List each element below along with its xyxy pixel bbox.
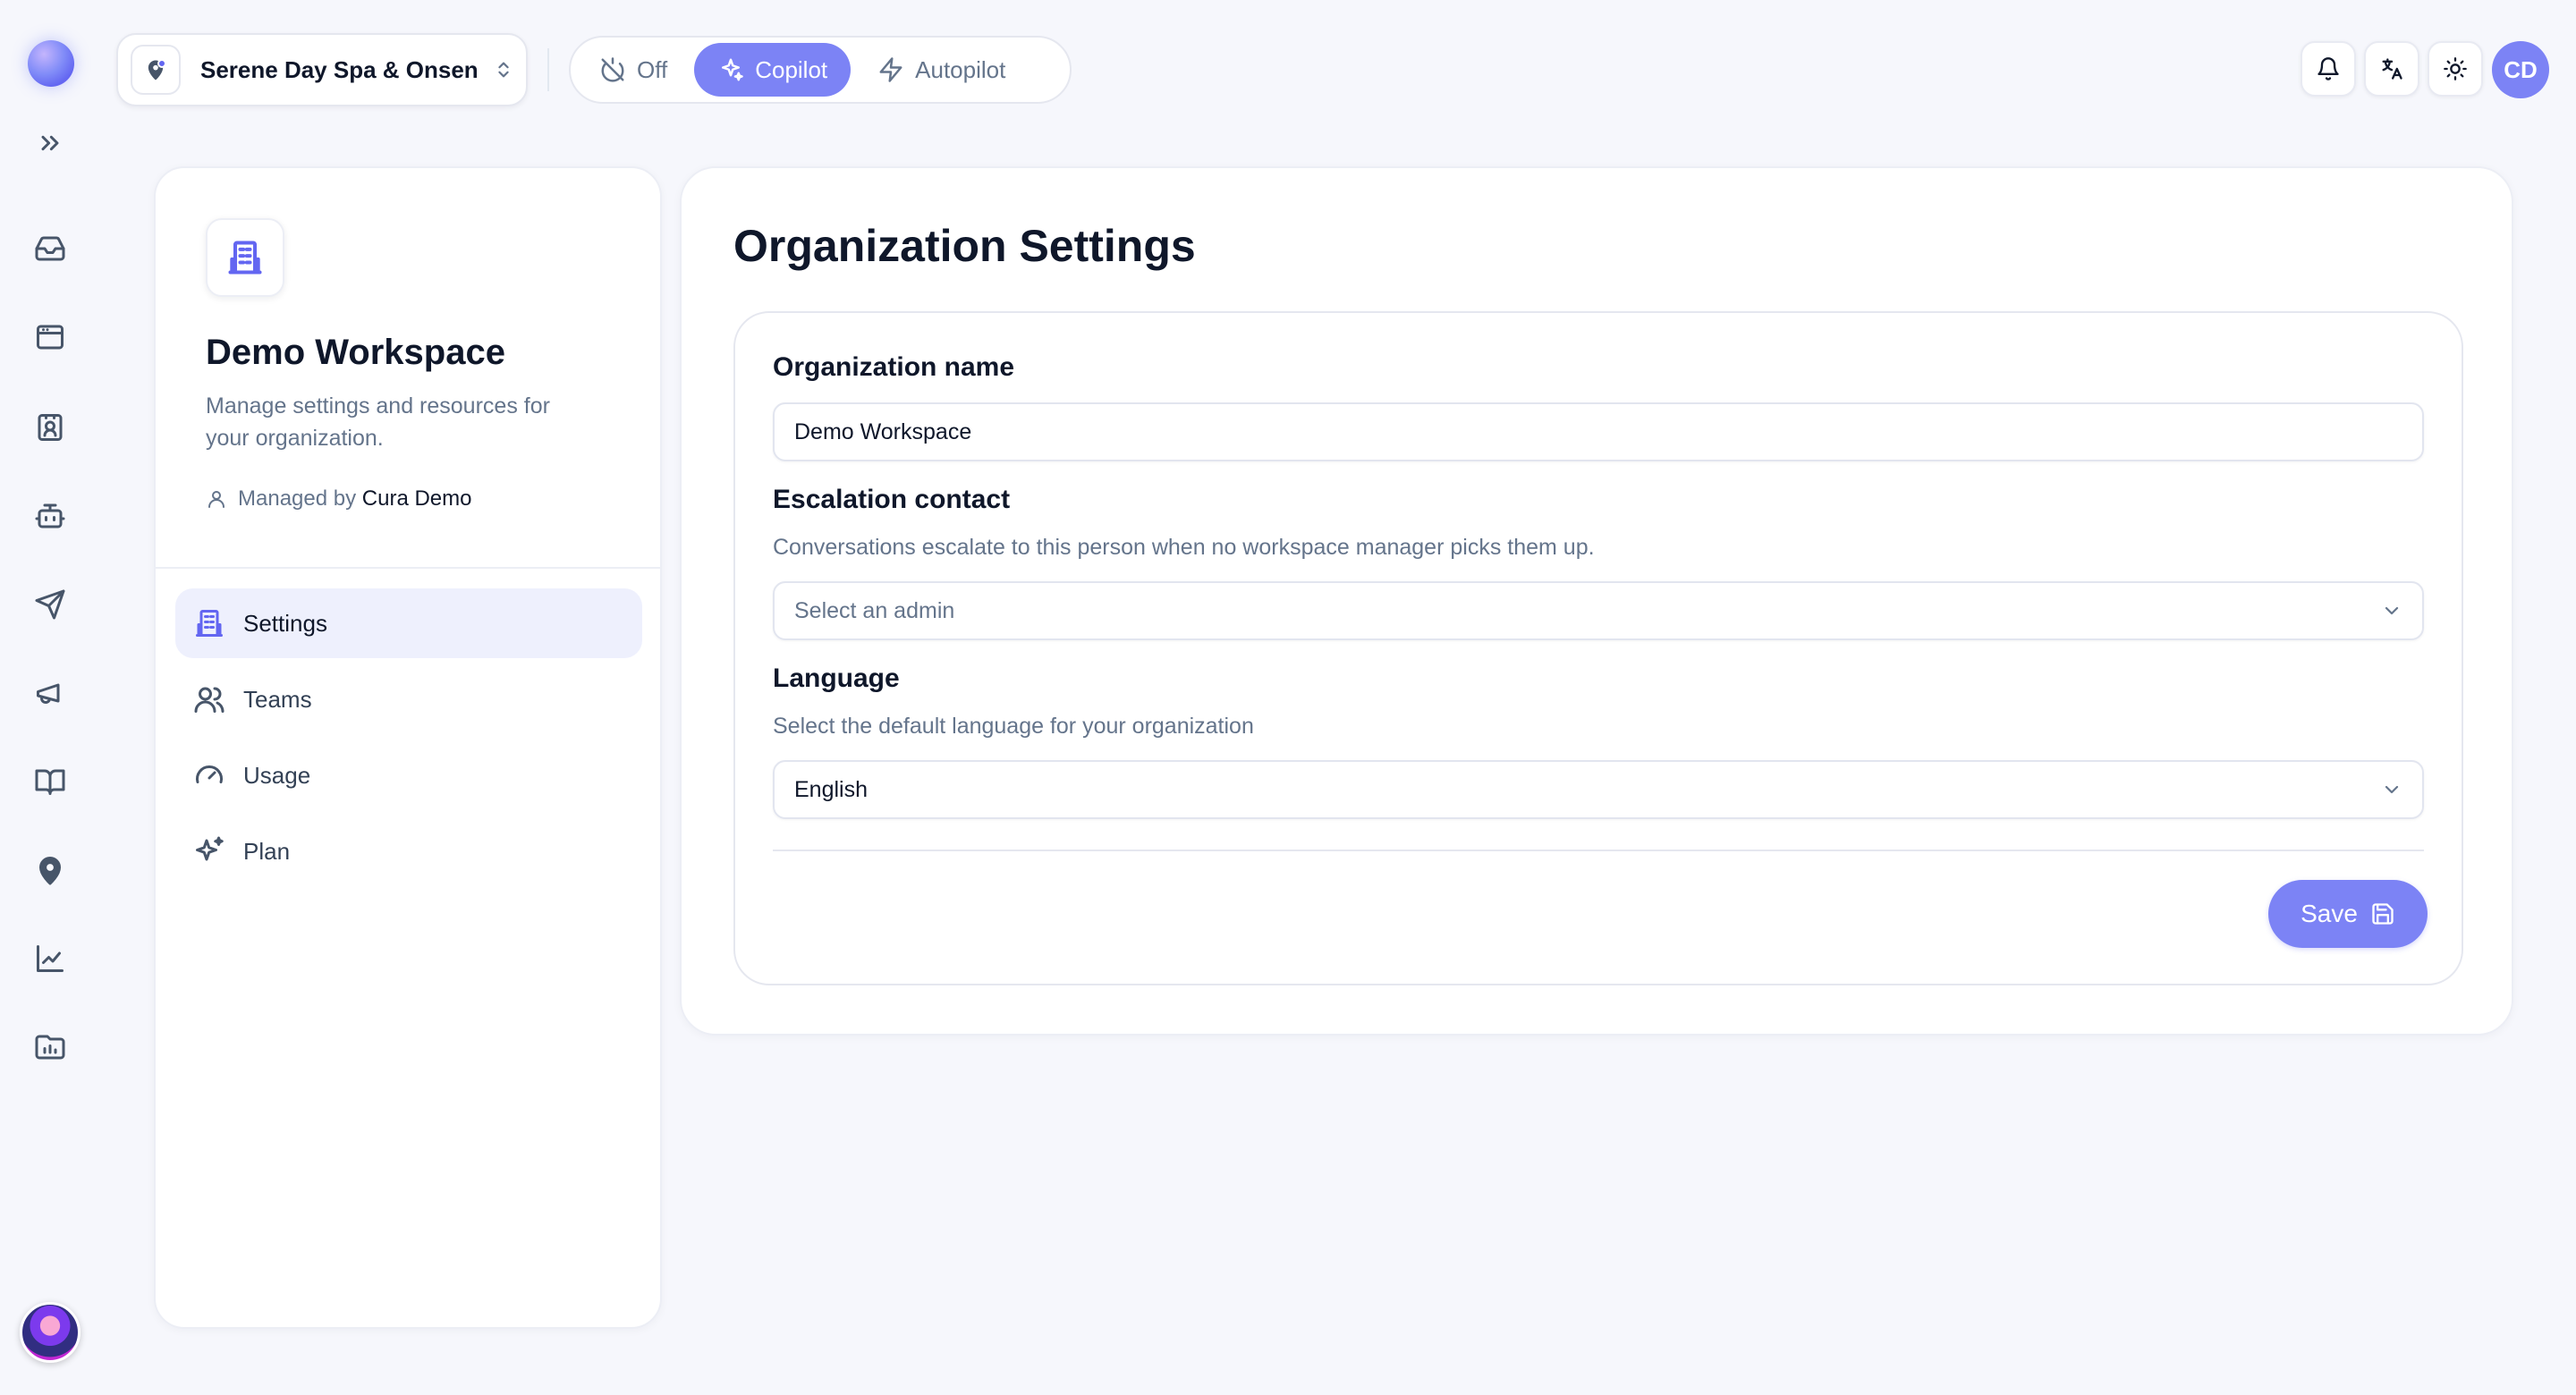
inbox-icon[interactable]	[29, 227, 72, 270]
org-name-label: Organization name	[773, 352, 1015, 382]
sparkles-icon	[722, 58, 743, 81]
sparkles-icon	[196, 836, 224, 861]
nav-item-plan[interactable]: Plan	[175, 816, 642, 886]
chevron-down-icon	[2385, 606, 2399, 615]
nav-item-label: Teams	[243, 685, 312, 713]
save-icon	[2372, 903, 2394, 925]
autonomy-mode-toggle: Off Copilot Autopilot	[569, 36, 1072, 104]
building-icon	[206, 218, 284, 297]
bell-icon	[2318, 57, 2339, 80]
escalation-hint: Conversations escalate to this person wh…	[773, 535, 1595, 560]
megaphone-icon[interactable]	[29, 672, 72, 714]
send-icon[interactable]	[29, 583, 72, 626]
expand-sidebar-icon[interactable]	[36, 129, 64, 157]
save-button[interactable]: Save	[2268, 880, 2428, 948]
translate-button[interactable]	[2364, 41, 2419, 97]
theme-toggle-button[interactable]	[2428, 41, 2483, 97]
nav-item-usage[interactable]: Usage	[175, 740, 642, 810]
app-logo[interactable]	[28, 40, 74, 87]
organization-sidebar: Demo Workspace Manage settings and resou…	[154, 166, 662, 1329]
mode-copilot-button[interactable]: Copilot	[694, 43, 852, 97]
mode-autopilot-button[interactable]: Autopilot	[854, 43, 1029, 97]
divider	[547, 48, 549, 91]
workspace-selector[interactable]: Serene Day Spa & Onsen	[116, 33, 528, 106]
mode-copilot-label: Copilot	[755, 55, 828, 83]
notifications-button[interactable]	[2301, 41, 2356, 97]
escalation-select[interactable]: Select an admin	[773, 581, 2424, 640]
escalation-placeholder: Select an admin	[794, 597, 955, 623]
chevron-down-icon	[2385, 785, 2399, 794]
zap-icon	[879, 57, 902, 82]
chart-icon[interactable]	[29, 937, 72, 980]
left-rail	[0, 0, 100, 1395]
settings-form: Organization name Demo Workspace Escalat…	[733, 311, 2463, 985]
location-icon[interactable]	[29, 849, 72, 892]
browser-icon[interactable]	[29, 316, 72, 359]
mode-autopilot-label: Autopilot	[915, 55, 1006, 83]
save-label: Save	[2301, 900, 2358, 927]
page-title: Organization Settings	[733, 221, 1196, 271]
nav-item-label: Plan	[243, 837, 291, 865]
divider	[773, 850, 2424, 851]
nav-item-settings[interactable]: Settings	[175, 588, 642, 658]
mode-off-label: Off	[637, 55, 668, 83]
book-icon[interactable]	[29, 760, 72, 803]
org-name-value: Demo Workspace	[794, 418, 972, 444]
divider	[156, 567, 660, 569]
chevrons-up-down-icon	[498, 62, 509, 78]
contact-card-icon[interactable]	[29, 406, 72, 449]
sun-icon	[2444, 57, 2467, 80]
language-select[interactable]: English	[773, 760, 2424, 819]
nav-item-label: Usage	[243, 761, 311, 789]
mode-off-button[interactable]: Off	[576, 43, 691, 97]
gauge-icon	[196, 765, 223, 783]
account-avatar[interactable]: CD	[2492, 41, 2549, 98]
language-label: Language	[773, 664, 900, 693]
building-icon	[196, 610, 223, 637]
map-pin-icon	[131, 45, 181, 95]
managed-by-name: Cura Demo	[361, 486, 472, 511]
workspace-title: Demo Workspace	[206, 333, 505, 372]
users-icon	[194, 687, 225, 713]
translate-icon	[2382, 58, 2402, 80]
power-off-icon	[601, 57, 624, 82]
workspace-name: Serene Day Spa & Onsen	[200, 55, 479, 83]
nav-item-label: Settings	[243, 609, 327, 637]
settings-panel: Organization Settings Organization name …	[680, 166, 2513, 1036]
workspace-description: Manage settings and resources for your o…	[206, 393, 550, 451]
managed-by: Managed by Cura Demo	[206, 486, 471, 512]
org-name-input[interactable]: Demo Workspace	[773, 402, 2424, 461]
language-value: English	[794, 776, 868, 802]
language-hint: Select the default language for your org…	[773, 714, 1254, 739]
user-icon	[208, 491, 225, 508]
nav-item-teams[interactable]: Teams	[175, 664, 642, 734]
bot-icon[interactable]	[29, 495, 72, 537]
managed-by-label: Managed by	[238, 486, 357, 511]
user-avatar-image[interactable]	[20, 1302, 80, 1363]
folder-chart-icon[interactable]	[29, 1026, 72, 1069]
escalation-label: Escalation contact	[773, 485, 1011, 514]
